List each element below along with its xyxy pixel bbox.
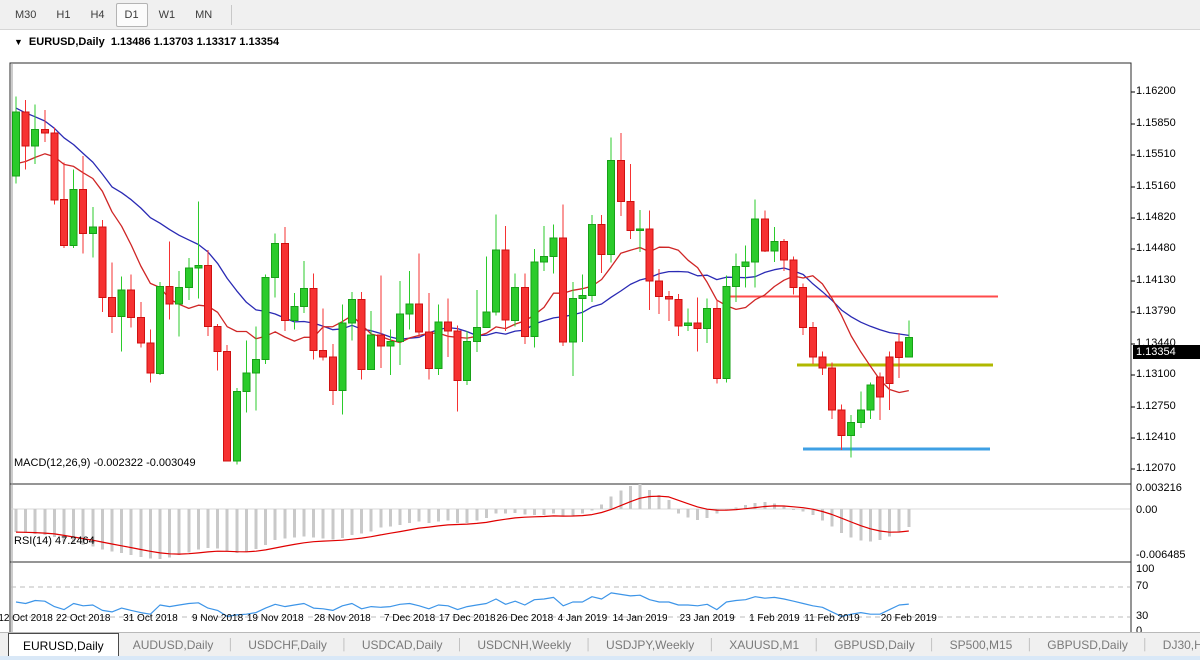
date-axis-label: 4 Jan 2019 (558, 613, 608, 624)
date-axis-label: 7 Dec 2018 (384, 613, 435, 624)
tab-sp500-m15[interactable]: SP500,M15 (936, 633, 1027, 657)
date-axis-label: 22 Oct 2018 (56, 613, 110, 624)
chart-tab-bar: EURUSD,DailyAUDUSD,Daily│USDCHF,Daily│US… (0, 632, 1200, 657)
tab-gbpusd-daily[interactable]: GBPUSD,Daily (820, 633, 929, 657)
price-axis-label: 1.13100 (1136, 368, 1176, 380)
rsi-axis-label: 100 (1136, 563, 1154, 575)
price-axis-label: 1.15510 (1136, 148, 1176, 160)
macd-histogram (15, 484, 911, 559)
price-axis-label: 1.12410 (1136, 431, 1176, 443)
trading-terminal-window: M30H1H4D1W1MN ▼EURUSD,Daily 1.13486 1.13… (0, 0, 1200, 660)
date-axis-label: 12 Oct 2018 (0, 613, 53, 624)
rsi-axis-label: 70 (1136, 580, 1148, 592)
tab-eurusd-daily[interactable]: EURUSD,Daily (8, 633, 119, 657)
date-axis-label: 31 Oct 2018 (123, 613, 177, 624)
price-axis-label: 1.12750 (1136, 400, 1176, 412)
price-axis-label: 1.15850 (1136, 117, 1176, 129)
date-axis-label: 17 Dec 2018 (439, 613, 496, 624)
date-axis-label: 1 Feb 2019 (749, 613, 800, 624)
price-axis-label: 1.16200 (1136, 85, 1176, 97)
tab-separator: │ (457, 633, 464, 657)
macd-axis-label: -0.006485 (1136, 549, 1186, 561)
chart-canvas[interactable] (0, 0, 1200, 660)
tab-separator: │ (341, 633, 348, 657)
macd-axis-label: 0.00 (1136, 504, 1157, 516)
tab-usdcad-daily[interactable]: USDCAD,Daily (348, 633, 457, 657)
current-price-badge: 1.13354 (1133, 345, 1200, 359)
date-axis-label: 9 Nov 2018 (192, 613, 243, 624)
price-axis-label: 1.14820 (1136, 211, 1176, 223)
rsi-indicator-label: RSI(14) 47.2464 (14, 535, 95, 547)
tab-xauusd-m1[interactable]: XAUUSD,M1 (715, 633, 813, 657)
date-axis-label: 19 Nov 2018 (247, 613, 304, 624)
price-axis-label: 1.14130 (1136, 274, 1176, 286)
macd-indicator-label: MACD(12,26,9) -0.002322 -0.003049 (14, 457, 196, 469)
tab-separator: │ (708, 633, 715, 657)
price-axis-label: 1.12070 (1136, 462, 1176, 474)
date-axis-label: 20 Feb 2019 (881, 613, 937, 624)
collapse-indicator-icon[interactable]: ▼ (14, 37, 23, 47)
tab-separator: │ (1026, 633, 1033, 657)
candles-layer (13, 97, 913, 465)
tab-audusd-daily[interactable]: AUDUSD,Daily (119, 633, 228, 657)
price-axis-label: 1.13790 (1136, 305, 1176, 317)
ma-slow-blue-line (16, 108, 909, 339)
chart-title: ▼ EURUSD,Daily 1.13486 1.13703 1.13317 1.… (14, 36, 279, 48)
tab-gbpusd-daily-2[interactable]: GBPUSD,Daily (1033, 633, 1142, 657)
date-axis-label: 14 Jan 2019 (612, 613, 667, 624)
price-axis-ticks (1131, 92, 1135, 469)
date-axis-label: 26 Dec 2018 (496, 613, 553, 624)
chart-window: ▼ EURUSD,Daily 1.13486 1.13703 1.13317 1.… (0, 30, 1200, 632)
date-axis-label: 11 Feb 2019 (804, 613, 859, 624)
tab-separator: │ (585, 633, 592, 657)
tab-usdcnh-weekly[interactable]: USDCNH,Weekly (463, 633, 585, 657)
tab-usdchf-daily[interactable]: USDCHF,Daily (234, 633, 341, 657)
tab-separator: │ (813, 633, 820, 657)
macd-axis-label: 0.003216 (1136, 482, 1182, 494)
chart-symbol-label: EURUSD,Daily (29, 36, 105, 48)
tab-separator: │ (227, 633, 234, 657)
chart-ohlc-values: 1.13486 1.13703 1.13317 1.13354 (111, 36, 279, 48)
tab-usdjpy-weekly[interactable]: USDJPY,Weekly (592, 633, 708, 657)
date-axis-label: 28 Nov 2018 (314, 613, 371, 624)
tab-dj30-h4[interactable]: DJ30,H4 (1149, 633, 1200, 657)
date-axis-label: 23 Jan 2019 (680, 613, 735, 624)
tab-separator: │ (929, 633, 936, 657)
price-axis-label: 1.15160 (1136, 180, 1176, 192)
rsi-axis-label: 30 (1136, 610, 1148, 622)
price-axis-label: 1.14480 (1136, 242, 1176, 254)
tab-separator: │ (1142, 633, 1149, 657)
window-bottom-edge (0, 656, 1200, 660)
